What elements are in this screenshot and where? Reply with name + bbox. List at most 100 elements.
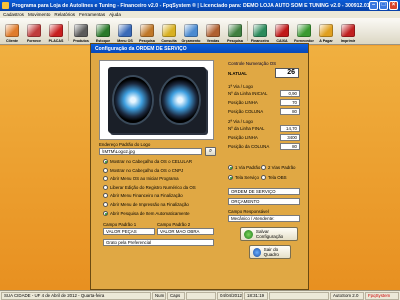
browse-logo-button[interactable]: ⌕ <box>205 147 216 156</box>
magnifier-icon: ⌕ <box>208 148 213 154</box>
option-radio[interactable]: Abrir Menu de Impressão na Finalização <box>103 202 189 207</box>
save-config-button[interactable]: Salvar Configuração <box>240 227 298 241</box>
option-radio[interactable]: Abrir Menu OS ao Iniciar Programa <box>103 176 179 182</box>
footer-text-input[interactable]: Grato pela Preferencial <box>103 239 214 246</box>
window-title-bar[interactable]: Programa para Loja de Autolines e Tuning… <box>0 0 400 11</box>
menu-item[interactable]: Cadastros <box>3 12 24 17</box>
doc-title-field-1[interactable]: ORDEM DE SERVIÇO <box>228 188 300 195</box>
finance-icon <box>253 24 267 37</box>
toolbar-button[interactable]: PLACAS <box>45 18 67 45</box>
save-config-label: Salvar Configuração <box>255 229 284 239</box>
exit-button[interactable]: Sair do Quadro <box>249 245 291 259</box>
status-date-value: 04/04/2012 <box>217 292 243 300</box>
dialog-body: Endereço Padrão do Logo \IMTM\Logo2.jpg … <box>94 55 305 287</box>
radio-indicator[interactable] <box>103 176 108 182</box>
toolbar-button-label: Fornece <box>27 39 41 43</box>
option-label: Abrir Menu de Impressão na Finalização <box>110 202 189 207</box>
radio-indicator[interactable] <box>261 165 266 170</box>
minimize-button[interactable]: – <box>369 1 378 10</box>
via2_rows-value[interactable]: 3400 <box>280 134 300 141</box>
menu-item[interactable]: Movimento <box>28 12 50 17</box>
radio-indicator[interactable] <box>103 193 108 199</box>
toolbar-separator <box>247 21 248 41</box>
consult-icon <box>162 24 176 37</box>
toolbar-button[interactable]: Cliente <box>1 18 23 45</box>
search-icon <box>140 24 154 37</box>
vias-radio[interactable]: 1 Via Padrão <box>228 165 260 170</box>
option-label: Liberar Edição do Registro Numérico da O… <box>110 184 196 190</box>
toolbar-button[interactable]: A Pagar <box>315 18 337 45</box>
campo1-input[interactable]: VALOR PEÇAS <box>103 228 155 235</box>
toolbar-button[interactable]: Orçamento <box>180 18 202 45</box>
radio-indicator[interactable] <box>228 165 233 170</box>
option-radio[interactable]: Abrir Pesquisa de Item Automaticamente <box>103 210 190 216</box>
sales-icon <box>206 24 220 37</box>
via1_rows-label: Posição COLUNA <box>228 109 264 114</box>
telas-radio-label: Tela Serviço <box>235 175 259 180</box>
option-radio[interactable]: Mostrar no Cabeçalho da OS o CNPJ <box>103 167 183 173</box>
logo-path-input[interactable]: \IMTM\Logo2.jpg <box>99 148 202 155</box>
vias-radio[interactable]: 2 Vias Padrão <box>261 165 296 170</box>
radio-indicator[interactable] <box>228 175 233 180</box>
responsavel-input[interactable]: Mecânico / Atendente: <box>228 215 300 222</box>
campo2-input[interactable]: VALOR MAO OBRA <box>157 228 214 235</box>
main-toolbar: Cliente Fornece PLACAS Produtos Estoque Menu … <box>0 18 400 45</box>
toolbar-button-label: PLACAS <box>48 39 64 43</box>
toolbar-button[interactable]: Consulta <box>158 18 180 45</box>
via2_rows-value[interactable]: 14,70 <box>280 125 300 132</box>
doc-title-field-2[interactable]: ORÇAMENTO <box>228 198 300 205</box>
toolbar-button[interactable]: CAIXA <box>271 18 293 45</box>
option-radio[interactable]: Abrir Menu Financeiro na Finalização <box>103 193 183 199</box>
toolbar-separator <box>68 21 69 41</box>
status-version: AutoSom 2.0 <box>330 292 364 300</box>
radio-indicator[interactable] <box>103 202 108 207</box>
vendor-icon <box>297 24 311 37</box>
control-title: Controle Numeração OS <box>228 61 277 66</box>
option-label: Mostrar no Cabeçalho da OS o CELULAR <box>110 159 192 164</box>
close-button[interactable]: × <box>389 1 398 10</box>
toolbar-button[interactable]: Produtos <box>70 18 92 45</box>
radio-indicator[interactable] <box>103 210 108 216</box>
via1_rows-value[interactable]: 70 <box>280 99 300 106</box>
menu-item[interactable]: Ferramentas <box>79 12 105 17</box>
menu-bar: Cadastros Movimento Relatórios Ferrament… <box>0 11 400 18</box>
toolbar-button[interactable]: Menu OS <box>114 18 136 45</box>
toolbar-button[interactable]: Estoque <box>92 18 114 45</box>
telas-radio[interactable]: Tela OBS <box>261 175 287 180</box>
radio-indicator[interactable] <box>261 175 266 180</box>
toolbar-button-label: A Pagar <box>319 39 333 43</box>
menu-item[interactable]: Relatórios <box>54 12 75 17</box>
status-caps: Caps <box>167 292 185 300</box>
toolbar-button[interactable]: Pesquisa <box>136 18 158 45</box>
menu-item[interactable]: Ajuda <box>109 12 121 17</box>
toolbar-button-label: Imprimir <box>340 39 356 43</box>
toolbar-button[interactable]: Fornecedor <box>293 18 315 45</box>
via1_rows-label: Nº da Linha INICIAL <box>228 91 268 96</box>
via1-title: 1ª Via / Logo <box>228 84 253 89</box>
via1_rows-value[interactable]: 0,90 <box>280 90 300 97</box>
toolbar-button[interactable]: Pesquisa <box>224 18 246 45</box>
status-bar: SUA CIDADE - UF 4 de Abril de 2012 - Qua… <box>0 290 400 300</box>
toolbar-button[interactable]: Vendas <box>202 18 224 45</box>
option-radio[interactable]: Mostrar no Cabeçalho da OS o CELULAR <box>103 159 192 164</box>
option-radio[interactable]: Liberar Edição do Registro Numérico da O… <box>103 184 196 190</box>
telas-radio[interactable]: Tela Serviço <box>228 175 259 180</box>
radio-indicator[interactable] <box>103 167 108 173</box>
via2_rows-value[interactable]: 80 <box>280 143 300 150</box>
n-atual-value[interactable]: 26 <box>275 68 299 78</box>
via1_rows-value[interactable]: 80 <box>280 108 300 115</box>
toolbar-button[interactable]: Fornece <box>23 18 45 45</box>
option-label: Abrir Menu Financeiro na Finalização <box>110 193 183 199</box>
toolbar-button[interactable]: Imprimir <box>337 18 359 45</box>
dialog-title: Configuração da ORDEM DE SERVIÇO <box>91 44 308 53</box>
via2_rows-label: Nº da Linha FINAL <box>228 126 265 131</box>
budget-icon <box>184 24 198 37</box>
toolbar-button-label: Produtos <box>73 39 89 43</box>
toolbar-button[interactable]: Financeiro <box>249 18 271 45</box>
maximize-button[interactable]: □ <box>379 1 388 10</box>
os-config-dialog: Configuração da ORDEM DE SERVIÇO Endereç… <box>90 43 309 290</box>
status-num: Num <box>152 292 166 300</box>
radio-indicator[interactable] <box>103 184 108 190</box>
status-date <box>186 292 216 300</box>
radio-indicator[interactable] <box>103 159 108 164</box>
